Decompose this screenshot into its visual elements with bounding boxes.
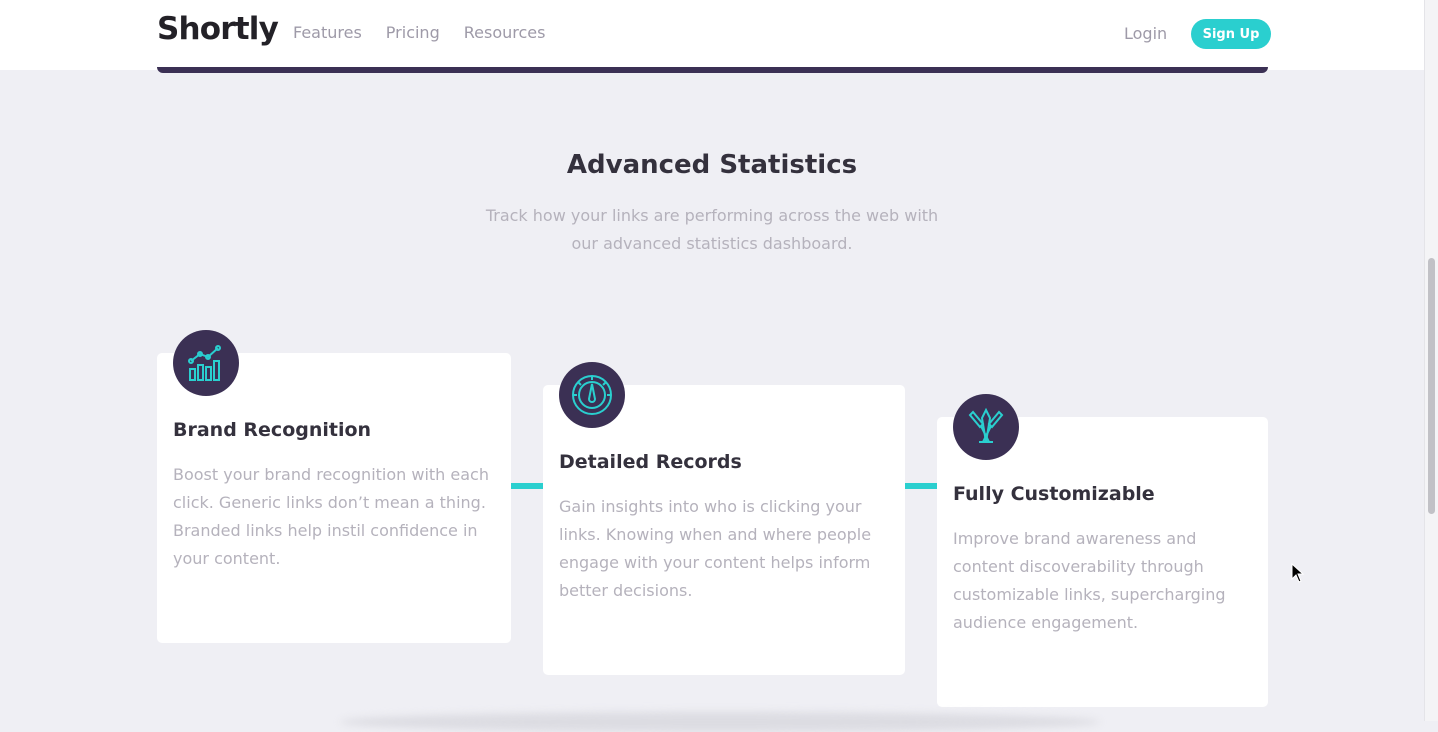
card-title: Brand Recognition: [173, 419, 372, 441]
section-title: Advanced Statistics: [566, 150, 858, 180]
connector-line-1: [511, 483, 543, 489]
section-subtitle: Track how your links are performing acro…: [485, 206, 939, 253]
logo[interactable]: Shortly: [157, 11, 279, 47]
bottom-section-shadow: [340, 712, 1100, 732]
main-nav: Features Pricing Resources: [293, 23, 545, 42]
detailed-records-icon: [559, 362, 625, 428]
scrollbar-thumb[interactable]: [1428, 258, 1435, 514]
card-text: Boost your brand recognition with each c…: [173, 465, 489, 568]
feature-card-brand-recognition: Brand Recognition Boost your brand recog…: [157, 353, 511, 643]
nav-features[interactable]: Features: [293, 23, 362, 42]
site-header: Shortly Features Pricing Resources Login…: [0, 0, 1424, 70]
feature-card-detailed-records: Detailed Records Gain insights into who …: [543, 385, 905, 675]
scrollbar[interactable]: [1424, 0, 1438, 721]
card-title: Detailed Records: [559, 451, 742, 473]
mouse-cursor-icon: [1291, 562, 1305, 587]
fully-customizable-icon: [953, 394, 1019, 460]
card-title: Fully Customizable: [953, 483, 1155, 505]
signup-button[interactable]: Sign Up: [1191, 19, 1271, 49]
nav-pricing[interactable]: Pricing: [386, 23, 440, 42]
nav-resources[interactable]: Resources: [464, 23, 546, 42]
shorten-form-edge: [157, 67, 1268, 73]
connector-line-2: [905, 483, 937, 489]
feature-card-fully-customizable: Fully Customizable Improve brand awarene…: [937, 417, 1268, 707]
login-link[interactable]: Login: [1124, 24, 1167, 43]
card-text: Gain insights into who is clicking your …: [559, 497, 872, 600]
brand-recognition-icon: [173, 330, 239, 396]
card-text: Improve brand awareness and content disc…: [953, 529, 1226, 632]
